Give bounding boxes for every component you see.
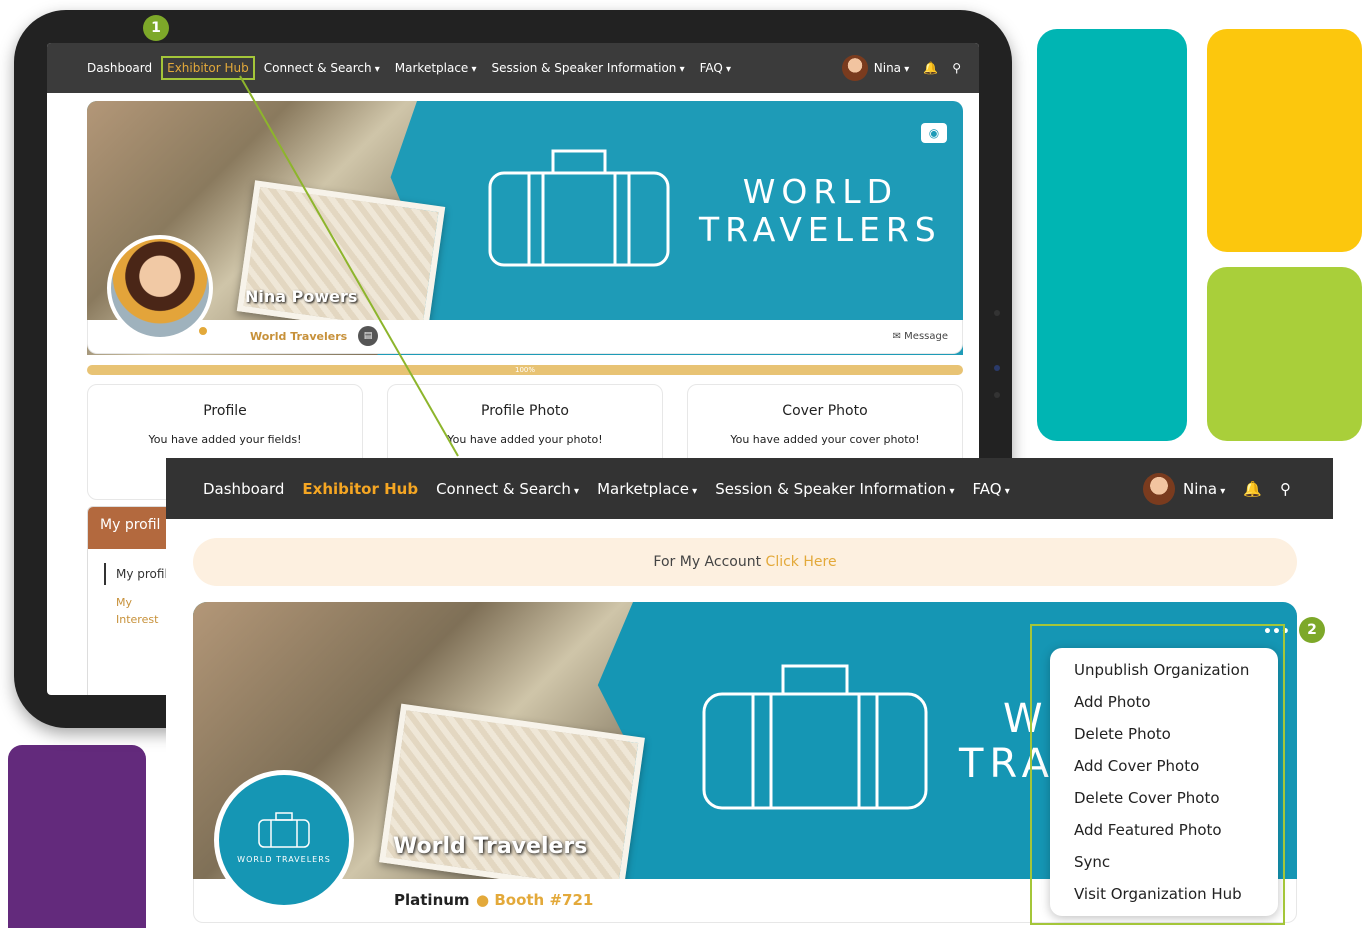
user-menu[interactable]: Nina (874, 61, 909, 75)
organization-logo[interactable]: WORLD TRAVELERS (214, 770, 354, 910)
brand-line-1: W (1003, 696, 1049, 742)
suitcase-icon (702, 664, 928, 810)
top-nav-small: Dashboard Exhibitor Hub Connect & Search… (47, 43, 979, 93)
progress-fill: 100% (87, 365, 963, 375)
card-desc: You have added your cover photo! (730, 433, 920, 446)
nav-exhibitor-hub[interactable]: Exhibitor Hub (161, 56, 255, 80)
card-desc: You have added your photo! (447, 433, 603, 446)
exhibitor-hub-panel: Dashboard Exhibitor Hub Connect & Search… (166, 458, 1333, 928)
booth-label[interactable]: ● Booth #721 (476, 891, 593, 909)
avatar[interactable] (1143, 472, 1176, 505)
menu-item-sync[interactable]: Sync (1050, 850, 1278, 882)
menu-item-add-featured-photo[interactable]: Add Featured Photo (1050, 818, 1278, 850)
location-pin-icon: ● (476, 891, 490, 909)
map-photo (236, 180, 446, 338)
nav-session-speaker[interactable]: Session & Speaker Information (715, 480, 954, 498)
nav-exhibitor-hub[interactable]: Exhibitor Hub (302, 480, 418, 498)
nav-session-speaker[interactable]: Session & Speaker Information (492, 61, 685, 75)
more-options-icon[interactable]: ••• (1263, 624, 1290, 640)
nav-marketplace[interactable]: Marketplace (395, 61, 477, 75)
brand-text: WORLD TRAVELERS (699, 173, 942, 249)
profile-name: Nina Powers (245, 287, 358, 306)
nav-dashboard[interactable]: Dashboard (87, 61, 152, 75)
tablet-sensor (994, 392, 1000, 398)
profile-photo[interactable] (107, 235, 213, 341)
nav-user-area: Nina 🔔 ⚲ (841, 55, 961, 81)
search-icon[interactable]: ⚲ (952, 61, 961, 75)
logo-text: WORLD TRAVELERS (237, 855, 331, 864)
decor-teal-block (1037, 29, 1187, 441)
account-link[interactable]: Click Here (766, 554, 837, 570)
bell-icon[interactable]: 🔔 (1243, 480, 1262, 498)
card-desc: You have added your fields! (148, 433, 302, 446)
organization-actions-menu: Unpublish Organization Add Photo Delete … (1050, 648, 1278, 916)
brand-line-1: WORLD (742, 172, 899, 211)
brand-line-2: TRA (959, 740, 1055, 787)
card-title: Profile (203, 403, 247, 419)
avatar[interactable] (841, 55, 868, 81)
organization-link[interactable]: World Travelers (250, 330, 347, 343)
menu-item-unpublish-organization[interactable]: Unpublish Organization (1050, 658, 1278, 690)
menu-item-delete-photo[interactable]: Delete Photo (1050, 722, 1278, 754)
callout-badge-1: 1 (143, 15, 169, 41)
tier-label: Platinum (394, 891, 470, 909)
profile-progress: 100% (87, 365, 963, 375)
brand-line-2: TRAVELERS (699, 209, 942, 249)
menu-item-add-photo[interactable]: Add Photo (1050, 690, 1278, 722)
status-indicator (197, 325, 209, 337)
menu-item-add-cover-photo[interactable]: Add Cover Photo (1050, 754, 1278, 786)
brand-text: W TRA (959, 697, 1055, 787)
menu-item-delete-cover-photo[interactable]: Delete Cover Photo (1050, 786, 1278, 818)
envelope-icon: ✉ (892, 331, 901, 342)
suitcase-icon (258, 812, 310, 848)
suitcase-icon (488, 149, 670, 267)
decor-green-block (1207, 267, 1362, 441)
search-icon[interactable]: ⚲ (1280, 480, 1291, 498)
card-title: Cover Photo (782, 403, 868, 419)
id-card-icon[interactable]: ▤ (358, 326, 378, 346)
screenshot-stage: Dashboard Exhibitor Hub Connect & Search… (0, 0, 1366, 928)
decor-yellow-block (1207, 29, 1362, 252)
nav-connect-search[interactable]: Connect & Search (264, 61, 380, 75)
nav-connect-search[interactable]: Connect & Search (436, 480, 579, 498)
card-title: Profile Photo (481, 403, 569, 419)
user-menu[interactable]: Nina (1183, 480, 1225, 498)
decor-purple-block (8, 745, 146, 928)
account-banner: For My Account Click Here (193, 538, 1297, 586)
bell-icon[interactable]: 🔔 (923, 61, 938, 75)
nav-marketplace[interactable]: Marketplace (597, 480, 697, 498)
tablet-sensor (994, 310, 1000, 316)
callout-badge-2: 2 (1299, 617, 1325, 643)
message-button[interactable]: ✉ Message (893, 331, 948, 342)
nav-dashboard[interactable]: Dashboard (203, 480, 284, 498)
booth-number: Booth #721 (494, 891, 594, 909)
profile-info-bar: World Travelers ▤ ✉ Message (87, 320, 963, 354)
nav-faq[interactable]: FAQ (700, 61, 731, 75)
cover-banner-small: WORLD TRAVELERS ◉ Nina Powers (87, 101, 963, 355)
nav-user-area: Nina 🔔 ⚲ (1143, 472, 1291, 505)
nav-faq[interactable]: FAQ (972, 480, 1009, 498)
camera-icon[interactable]: ◉ (921, 123, 947, 143)
organization-name: World Travelers (393, 834, 588, 859)
menu-item-visit-organization-hub[interactable]: Visit Organization Hub (1050, 882, 1278, 914)
message-label: Message (904, 331, 948, 342)
top-nav: Dashboard Exhibitor Hub Connect & Search… (166, 458, 1333, 519)
account-banner-text: For My Account (653, 554, 762, 570)
tablet-camera (994, 365, 1000, 371)
